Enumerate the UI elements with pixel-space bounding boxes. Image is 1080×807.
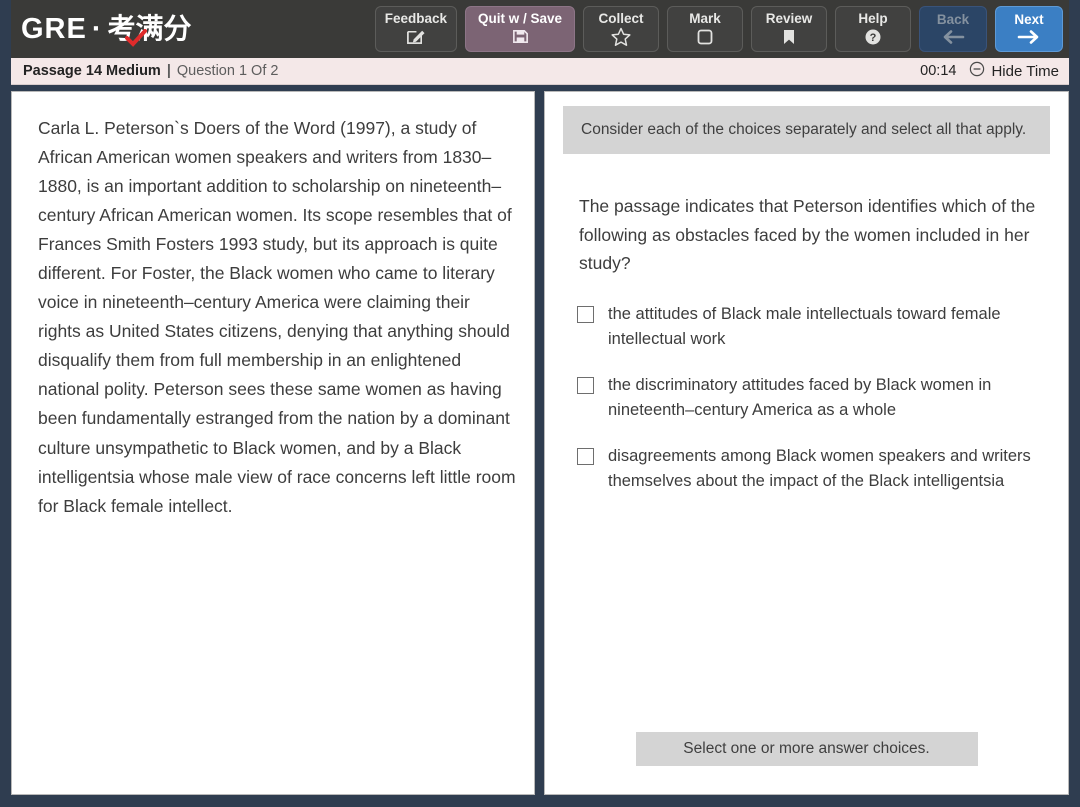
question-text: The passage indicates that Peterson iden…	[579, 196, 1036, 274]
back-button-label: Back	[936, 12, 970, 28]
answer-hint-container: Select one or more answer choices.	[563, 732, 1050, 784]
back-button[interactable]: Back	[919, 6, 987, 52]
answer-choice-3[interactable]: disagreements among Black women speakers…	[577, 444, 1050, 494]
logo-chinese-text: 考满分	[107, 13, 192, 44]
checkbox-icon[interactable]	[577, 447, 594, 465]
answer-choice-1-label: the attitudes of Black male intellectual…	[608, 304, 1001, 348]
breadcrumb-separator: |	[166, 63, 171, 79]
floppy-disk-icon	[511, 27, 530, 46]
timer-display: 00:14	[920, 63, 957, 79]
checkbox-icon[interactable]	[577, 305, 594, 323]
gre-logo: GRE · 考满分	[21, 12, 192, 47]
star-icon	[611, 27, 631, 47]
arrow-left-icon	[941, 29, 965, 45]
question-counter: Question 1 Of 2	[176, 63, 279, 79]
mark-button-label: Mark	[689, 11, 721, 27]
answer-choice-1[interactable]: the attitudes of Black male intellectual…	[577, 302, 1050, 352]
hide-time-button[interactable]: Hide Time	[969, 61, 1059, 81]
circle-minus-icon	[969, 61, 985, 81]
status-bar: Passage 14 Medium | Question 1 Of 2 00:1…	[11, 58, 1069, 85]
square-icon	[696, 28, 714, 46]
gre-test-window: GRE · 考满分 Feedback Quit w / Save Collect…	[0, 0, 1080, 807]
breadcrumb: Passage 14 Medium | Question 1 Of 2	[23, 63, 278, 79]
top-toolbar: GRE · 考满分 Feedback Quit w / Save Collect…	[11, 0, 1069, 58]
arrow-right-icon	[1017, 29, 1041, 45]
status-bar-right: 00:14 Hide Time	[920, 61, 1059, 81]
hide-time-label: Hide Time	[991, 62, 1059, 80]
review-button-label: Review	[765, 11, 813, 27]
feedback-button-label: Feedback	[384, 10, 447, 26]
answer-choices-list: the attitudes of Black male intellectual…	[577, 302, 1050, 494]
passage-panel: Carla L. Peterson`s Doers of the Word (1…	[11, 91, 535, 795]
logo-gre-text: GRE	[21, 12, 87, 45]
question-panel: Consider each of the choices separately …	[544, 91, 1069, 795]
collect-button[interactable]: Collect	[583, 6, 659, 52]
feedback-button[interactable]: Feedback	[374, 6, 457, 52]
checkbox-icon[interactable]	[577, 376, 594, 394]
help-button[interactable]: Help ?	[835, 6, 911, 52]
passage-label: Passage 14 Medium	[23, 63, 161, 79]
answer-choice-2[interactable]: the discriminatory attitudes faced by Bl…	[577, 373, 1050, 423]
passage-text: Carla L. Peterson`s Doers of the Word (1…	[38, 118, 516, 516]
question-circle-icon: ?	[864, 28, 882, 46]
directions-box: Consider each of the choices separately …	[563, 106, 1050, 155]
answer-choice-3-label: disagreements among Black women speakers…	[608, 446, 1031, 491]
edit-square-icon	[406, 27, 425, 46]
answer-hint-text: Select one or more answer choices.	[635, 732, 978, 766]
quit-with-save-button[interactable]: Quit w / Save	[465, 6, 575, 52]
help-button-label: Help	[858, 11, 888, 27]
answer-choice-2-label: the discriminatory attitudes faced by Bl…	[608, 375, 992, 419]
next-button-label: Next	[1014, 12, 1044, 28]
svg-text:?: ?	[870, 32, 877, 44]
review-button[interactable]: Review	[751, 6, 827, 52]
collect-button-label: Collect	[598, 10, 644, 26]
next-button[interactable]: Next	[995, 6, 1063, 52]
logo-separator-dot: ·	[91, 12, 103, 45]
mark-button[interactable]: Mark	[667, 6, 743, 52]
content-area: Carla L. Peterson`s Doers of the Word (1…	[11, 85, 1069, 795]
bookmark-icon	[780, 28, 798, 46]
quit-with-save-button-label: Quit w / Save	[477, 10, 563, 26]
